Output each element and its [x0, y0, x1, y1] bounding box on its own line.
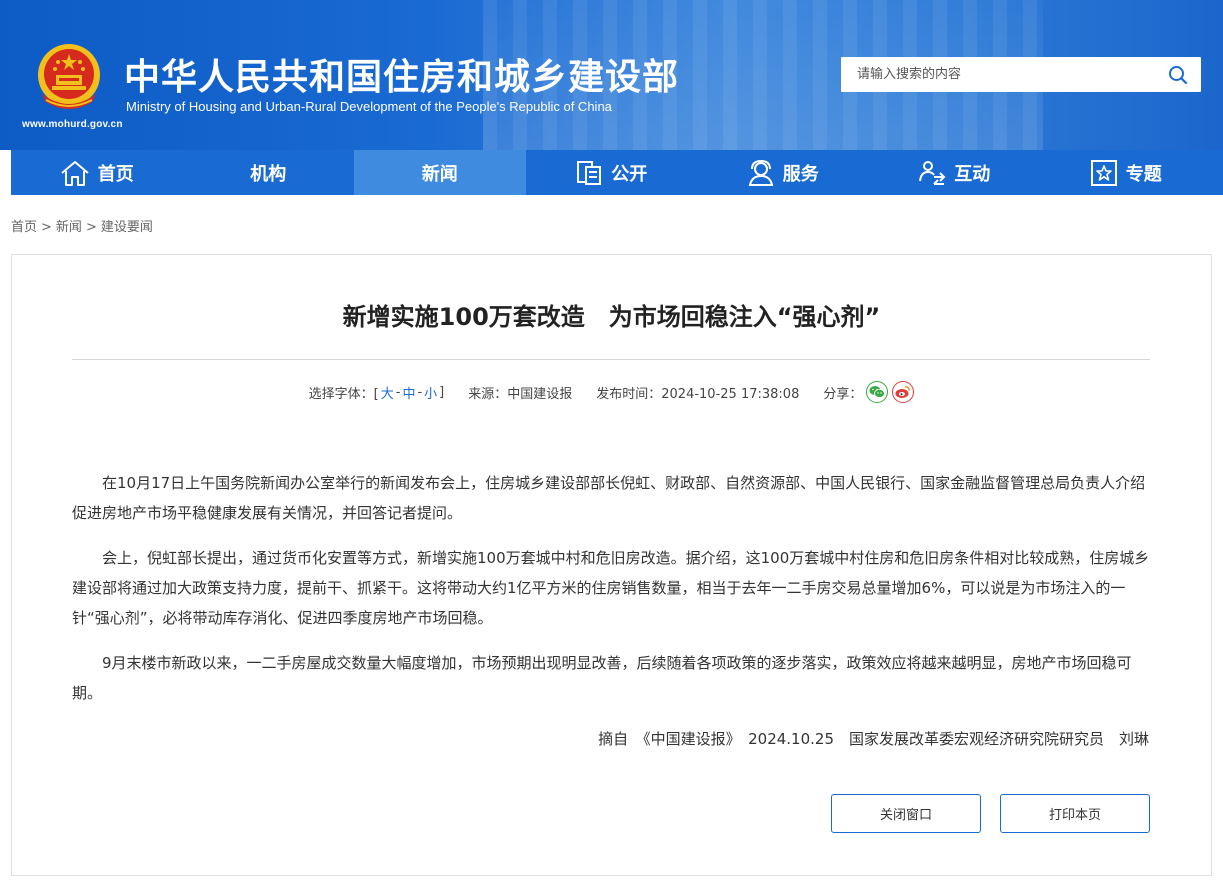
search-button[interactable] [1155, 57, 1201, 92]
nav-item-label: 服务 [782, 163, 819, 185]
wechat-share-button[interactable] [866, 381, 889, 403]
home-icon [61, 160, 89, 186]
star-frame-icon [1090, 159, 1117, 186]
nav-item-topics[interactable]: 专题 [1040, 150, 1212, 195]
document-icon [577, 160, 602, 185]
site-url: www.mohurd.gov.cn [22, 119, 123, 130]
font-size-dash: - [395, 384, 401, 400]
search-input[interactable] [841, 57, 1155, 92]
share-area: 分享： [823, 381, 915, 403]
article-source: 来源：中国建设报 [468, 386, 573, 402]
font-size-small[interactable]: 小 [424, 383, 437, 402]
close-window-button[interactable]: 关闭窗口 [831, 794, 981, 833]
article-body: 在10月17日上午国务院新闻办公室举行的新闻发布会上，住房城乡建设部部长倪虹、财… [72, 468, 1150, 723]
nav-item-label: 新闻 [421, 163, 458, 185]
publish-time: 发布时间：2024-10-25 17:38:08 [596, 386, 800, 402]
article-meta: 选择字体：[ 大 - 中 - 小 ] 来源：中国建设报 发布时间：2024-10… [12, 381, 1211, 403]
interaction-icon [919, 160, 946, 185]
nav-item-label: 专题 [1125, 163, 1162, 185]
breadcrumb-separator: > [85, 220, 97, 235]
weibo-share-button[interactable] [892, 381, 915, 403]
font-size-medium[interactable]: 中 [402, 383, 415, 402]
nav-item-interaction[interactable]: 互动 [869, 150, 1041, 195]
nav-item-service[interactable]: 服务 [697, 150, 869, 195]
breadcrumb-home[interactable]: 首页 [11, 220, 37, 235]
main-nav: 首页 机构 新闻 公开 服务 互动 专题 [11, 150, 1223, 195]
nav-item-public[interactable]: 公开 [526, 150, 698, 195]
nav-item-label: 互动 [954, 163, 991, 185]
nav-item-label: 机构 [250, 163, 287, 185]
nav-item-home[interactable]: 首页 [11, 150, 183, 195]
font-size-label: 选择字体：[ [308, 386, 379, 402]
nav-item-news[interactable]: 新闻 [354, 150, 526, 195]
service-person-icon [748, 159, 773, 186]
breadcrumb-construction-news[interactable]: 建设要闻 [101, 220, 153, 235]
nav-item-label: 公开 [611, 163, 648, 185]
search-box [841, 57, 1201, 92]
breadcrumb-news[interactable]: 新闻 [56, 220, 82, 235]
wechat-icon [869, 386, 886, 398]
font-size-selector: 选择字体：[ 大 - 中 - 小 ] [309, 383, 445, 402]
nav-item-organization[interactable]: 机构 [183, 150, 355, 195]
article-source-line: 摘自 《中国建设报》 2024.10.25 国家发展改革委宏观经济研究院研究员 … [598, 730, 1149, 748]
font-size-large[interactable]: 大 [381, 383, 394, 402]
title-divider [72, 359, 1150, 360]
font-size-dash: - [417, 384, 423, 400]
article-paragraph: 在10月17日上午国务院新闻办公室举行的新闻发布会上，住房城乡建设部部长倪虹、财… [72, 474, 1146, 522]
article-title: 新增实施100万套改造 为市场回稳注入“强心剂” [342, 303, 881, 331]
article-paragraph: 会上，倪虹部长提出，通过货币化安置等方式，新增实施100万套城中村和危旧房改造。… [72, 549, 1150, 627]
site-title: 中华人民共和国住房和城乡建设部 [124, 57, 680, 98]
nav-item-label: 首页 [97, 163, 134, 185]
site-subtitle: Ministry of Housing and Urban-Rural Deve… [126, 99, 612, 114]
font-size-bracket: ] [439, 384, 445, 400]
article-container: 新增实施100万套改造 为市场回稳注入“强心剂” 选择字体：[ 大 - 中 - … [11, 254, 1212, 876]
weibo-icon [895, 386, 911, 398]
site-header: www.mohurd.gov.cn 中华人民共和国住房和城乡建设部 Minist… [0, 0, 1223, 150]
share-label: 分享： [823, 386, 863, 402]
breadcrumb: 首页 > 新闻 > 建设要闻 [11, 216, 153, 235]
search-icon [1169, 65, 1188, 84]
article-paragraph: 9月末楼市新政以来，一二手房屋成交数量大幅度增加，市场预期出现明显改善，后续随着… [72, 654, 1132, 702]
national-emblem-icon [36, 42, 102, 112]
breadcrumb-separator: > [41, 220, 52, 235]
print-page-button[interactable]: 打印本页 [1000, 794, 1150, 833]
